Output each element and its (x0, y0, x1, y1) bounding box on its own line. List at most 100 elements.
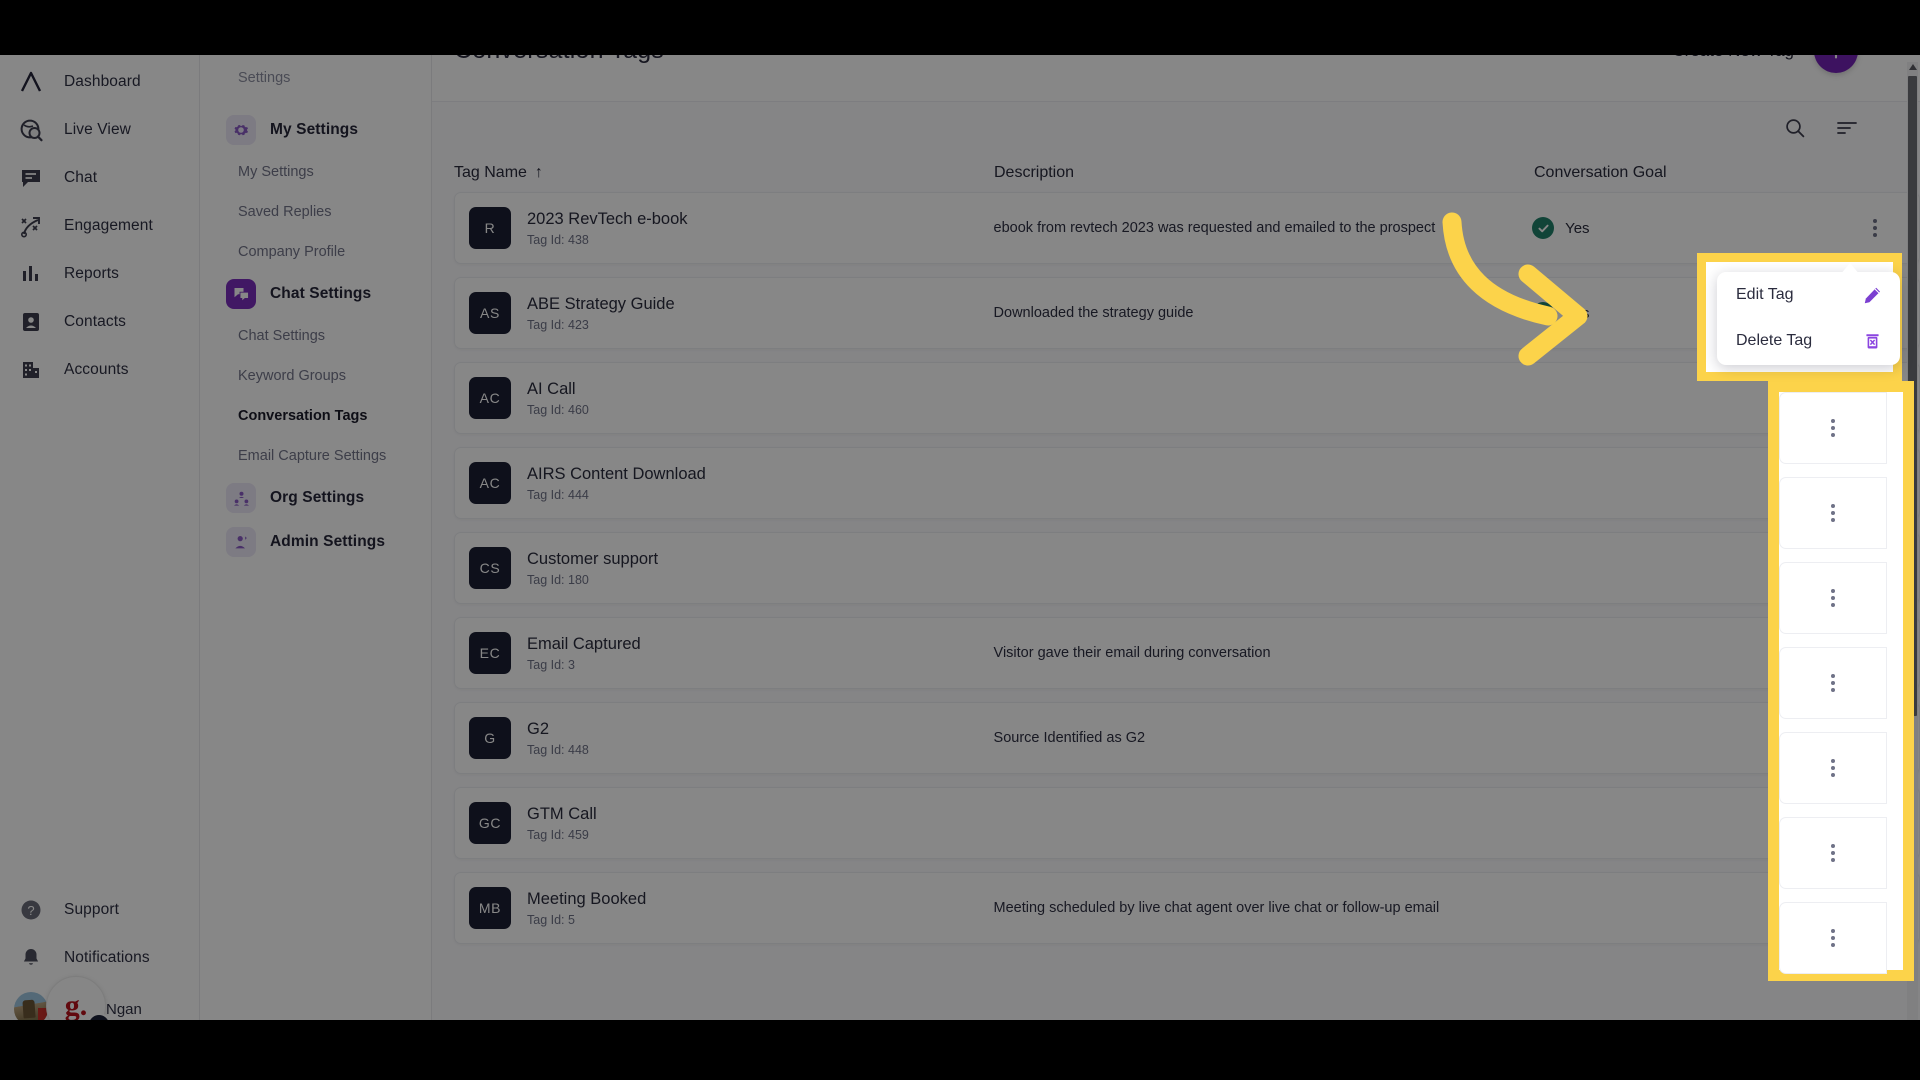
chat-bubbles-icon (226, 279, 256, 309)
row-menu-button[interactable] (1779, 902, 1887, 974)
live-view-icon (14, 113, 48, 147)
tag-name: G2 (527, 720, 550, 739)
settings-group-label: Org Settings (270, 489, 365, 506)
nav-item-accounts[interactable]: Accounts (0, 346, 199, 394)
help-widget-letter: g. (64, 989, 88, 1022)
nav-label: Notifications (64, 949, 150, 966)
gear-icon (226, 115, 256, 145)
table-row[interactable]: EC Email Captured Tag Id: 3 Visitor gave th… (454, 617, 1920, 689)
tag-id: Tag Id: 3 (527, 657, 575, 672)
pencil-icon (1863, 286, 1882, 305)
table-row[interactable]: AC AIRS Content Download Tag Id: 444 (454, 447, 1920, 519)
tag-id: Tag Id: 460 (527, 402, 589, 417)
settings-group-label: Admin Settings (270, 533, 386, 550)
nav-item-contacts[interactable]: Contacts (0, 298, 199, 346)
tag-name: AIRS Content Download (527, 465, 706, 484)
context-menu-item-delete-tag[interactable]: Delete Tag (1717, 318, 1900, 364)
tag-name: AI Call (527, 380, 576, 399)
tag-avatar: GC (469, 802, 511, 844)
tag-id: Tag Id: 423 (527, 317, 589, 332)
settings-item-company-profile[interactable]: Company Profile (200, 232, 431, 272)
letterbox-top (0, 0, 1920, 55)
tag-name-block: 2023 RevTech e-book Tag Id: 438 (527, 209, 688, 247)
letterbox-bottom (0, 1020, 1920, 1080)
settings-group-admin-settings[interactable]: Admin Settings (200, 520, 431, 564)
table-row[interactable]: MB Meeting Booked Tag Id: 5 Meeting schedul… (454, 872, 1920, 944)
tag-avatar: R (469, 207, 511, 249)
nav-label: Contacts (64, 313, 126, 330)
settings-item-chat-settings[interactable]: Chat Settings (200, 316, 431, 356)
column-header-tag-name[interactable]: Tag Name ↑ (454, 164, 994, 182)
logo-icon (14, 65, 48, 99)
tag-avatar: AS (469, 292, 511, 334)
tag-name-block: Customer support Tag Id: 180 (527, 549, 658, 587)
settings-group-my-settings[interactable]: My Settings (200, 108, 431, 152)
tag-avatar: AC (469, 377, 511, 419)
settings-item-email-capture-settings[interactable]: Email Capture Settings (200, 436, 431, 476)
nav-item-notifications[interactable]: Notifications (0, 934, 199, 982)
settings-group-chat-settings[interactable]: Chat Settings (200, 272, 431, 316)
user-name: Ngan (106, 1000, 142, 1018)
tag-avatar: CS (469, 547, 511, 589)
nav-item-reports[interactable]: Reports (0, 250, 199, 298)
settings-item-my-settings[interactable]: My Settings (200, 152, 431, 192)
context-menu-item-edit-tag[interactable]: Edit Tag (1717, 272, 1900, 318)
table-row[interactable]: G G2 Tag Id: 448 Source Identified as G2 (454, 702, 1920, 774)
nav-label: Support (64, 901, 119, 918)
cell-tag-name: CS Customer support Tag Id: 180 (455, 547, 994, 589)
table-row[interactable]: CS Customer support Tag Id: 180 (454, 532, 1920, 604)
settings-item-conversation-tags[interactable]: Conversation Tags (200, 396, 431, 436)
nav-item-support[interactable]: ? Support (0, 886, 199, 934)
row-menu-button[interactable] (1779, 817, 1887, 889)
nav-label: Reports (64, 265, 119, 282)
kebab-menu-icon (1831, 844, 1835, 862)
settings-item-saved-replies[interactable]: Saved Replies (200, 192, 431, 232)
settings-sidebar-title: Settings (238, 70, 291, 86)
cell-description: Source Identified as G2 (993, 730, 1146, 746)
row-menu-button[interactable] (1779, 562, 1887, 634)
tag-name-block: ABE Strategy Guide Tag Id: 423 (527, 294, 675, 332)
tag-name: Customer support (527, 550, 659, 569)
cell-tag-name: EC Email Captured Tag Id: 3 (455, 632, 994, 674)
settings-group-org-settings[interactable]: Org Settings (200, 476, 431, 520)
bell-icon (14, 941, 48, 975)
row-menu-button[interactable] (1779, 477, 1887, 549)
column-header-description[interactable]: Description (994, 164, 1534, 182)
chat-icon (14, 161, 48, 195)
context-menu-label: Delete Tag (1736, 332, 1813, 349)
row-menu-button[interactable] (1779, 647, 1887, 719)
row-menu-button[interactable] (1779, 732, 1887, 804)
nav-item-chat[interactable]: Chat (0, 154, 199, 202)
tag-name: Meeting Booked (527, 890, 647, 909)
scrollbar-up-arrow-icon[interactable] (1907, 60, 1918, 73)
contacts-icon (14, 305, 48, 339)
kebab-menu-icon (1831, 759, 1835, 777)
sort-filter-icon[interactable] (1836, 117, 1858, 139)
accounts-icon (14, 353, 48, 387)
search-icon[interactable] (1784, 117, 1806, 139)
tag-avatar: MB (469, 887, 511, 929)
svg-text:?: ? (27, 903, 34, 918)
reports-icon (14, 257, 48, 291)
table-toolbar (432, 102, 1920, 154)
column-header-conversation-goal[interactable]: Conversation Goal (1534, 164, 1834, 182)
table-row[interactable]: GC GTM Call Tag Id: 459 (454, 787, 1920, 859)
tag-id: Tag Id: 448 (527, 742, 589, 757)
column-header-label: Tag Name (454, 164, 527, 181)
cell-description: Visitor gave their email during conversa… (993, 645, 1271, 661)
settings-item-keyword-groups[interactable]: Keyword Groups (200, 356, 431, 396)
tag-name: GTM Call (527, 805, 597, 824)
admin-icon (226, 527, 256, 557)
tag-name-block: GTM Call Tag Id: 459 (527, 804, 597, 842)
cell-tag-name: AC AIRS Content Download Tag Id: 444 (455, 462, 994, 504)
nav-item-engagement[interactable]: Engagement (0, 202, 199, 250)
tag-id: Tag Id: 180 (527, 572, 589, 587)
row-menu-button[interactable] (1779, 392, 1887, 464)
nav-label: Dashboard (64, 73, 141, 90)
nav-item-live-view[interactable]: Live View (0, 106, 199, 154)
trash-icon (1863, 332, 1882, 351)
tag-name-block: AIRS Content Download Tag Id: 444 (527, 464, 706, 502)
row-menu-button[interactable] (1831, 219, 1919, 237)
nav-item-dashboard[interactable]: Dashboard (0, 58, 199, 106)
settings-sidebar: Settings My Settings My Settings Saved R… (200, 0, 432, 1080)
